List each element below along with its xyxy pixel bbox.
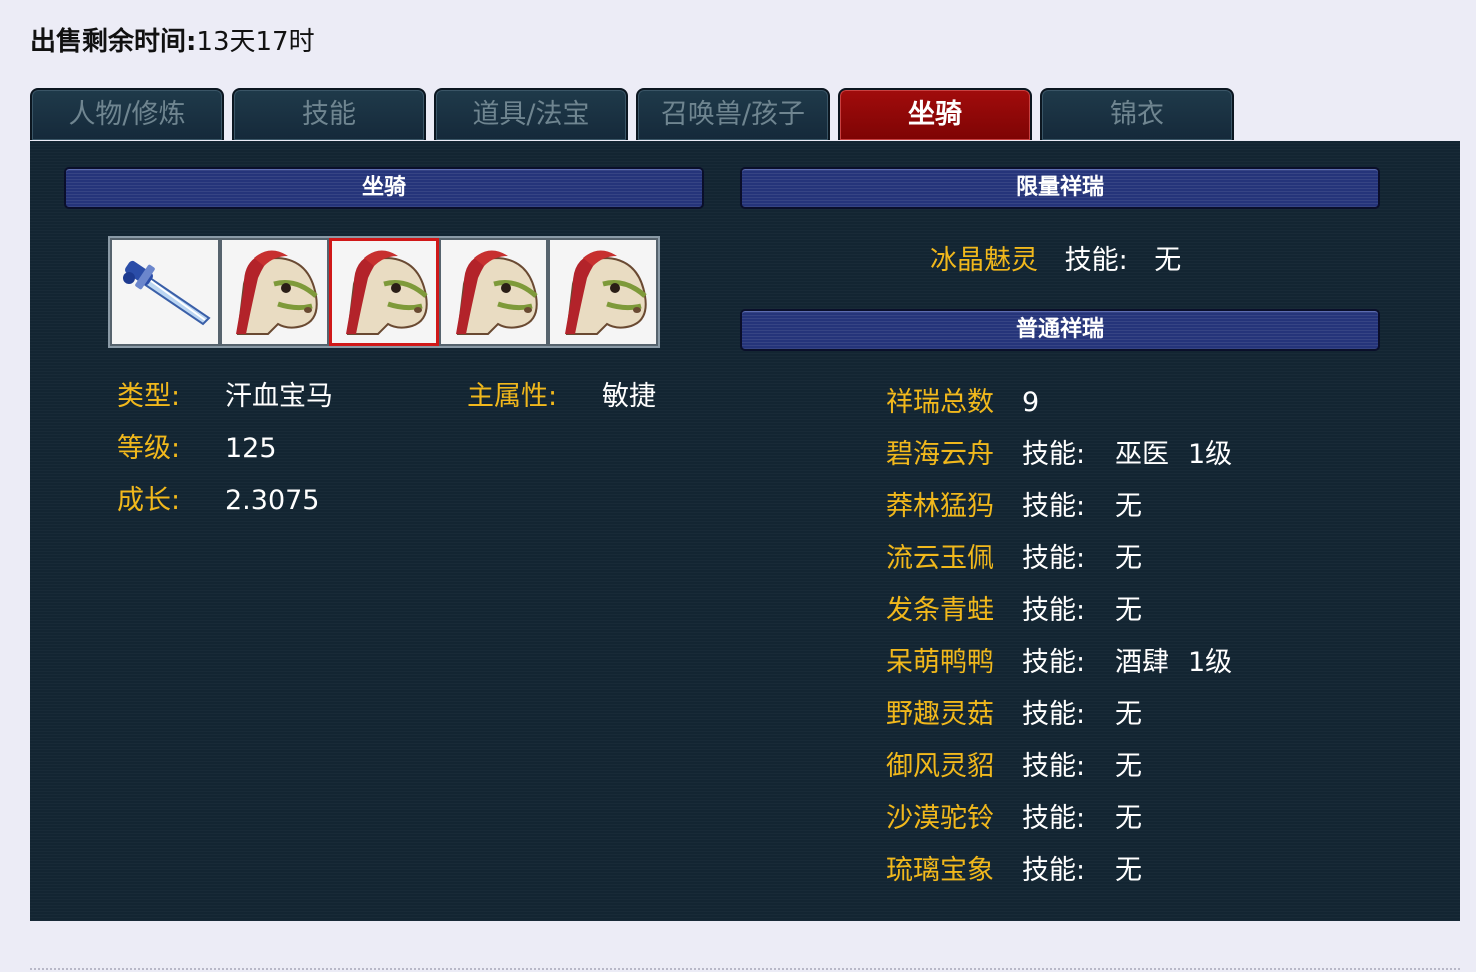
divider: [30, 968, 1460, 970]
xiangrui-total-value: 9: [1022, 387, 1040, 418]
xiangrui-total-label: 祥瑞总数: [886, 387, 994, 418]
xiangrui-skill-label: 技能:: [1022, 543, 1086, 574]
xiangrui-name: 流云玉佩: [886, 543, 994, 574]
horse-icon: [455, 250, 538, 335]
normal-xiangrui-header: 普通祥瑞: [740, 309, 1380, 351]
xiangrui-name: 御风灵貂: [886, 751, 994, 782]
mount-type-value: 汗血宝马: [225, 381, 333, 412]
xiangrui-name: 沙漠驼铃: [886, 803, 994, 834]
tab-summons[interactable]: 召唤兽/孩子: [636, 88, 830, 140]
xiangrui-skill-level: 1级: [1188, 647, 1233, 678]
main-attr-label: 主属性:: [467, 381, 558, 412]
xiangrui-skill-value: 无: [1115, 699, 1142, 730]
mount-panel: 坐骑 类型: 汗血宝马 主属性: 敏捷 等级: 125 成长: 2.3075 限…: [30, 141, 1460, 921]
limited-xiangrui-item: 冰晶魅灵 技能: 无: [930, 241, 1181, 281]
tab-skills[interactable]: 技能: [232, 88, 426, 140]
main-attr-value: 敏捷: [602, 381, 656, 412]
xiangrui-name: 野趣灵菇: [886, 699, 994, 730]
mount-growth-label: 成长:: [117, 485, 181, 516]
mount-section-header: 坐骑: [64, 167, 704, 209]
sale-remaining-time: 出售剩余时间:13天17时: [30, 24, 315, 60]
horse-icon: [236, 250, 319, 335]
horse-icon: [565, 250, 647, 335]
tab-items[interactable]: 道具/法宝: [434, 88, 628, 140]
limited-xiangrui-header: 限量祥瑞: [740, 167, 1380, 209]
xiangrui-skill-value: 无: [1154, 245, 1182, 276]
tab-mounts[interactable]: 坐骑: [838, 88, 1032, 140]
sale-time-value: 13天17时: [196, 27, 315, 57]
mount-slot[interactable]: [548, 238, 658, 346]
xiangrui-skill-level: 1级: [1188, 439, 1233, 470]
xiangrui-skill-label: 技能:: [1022, 699, 1086, 730]
xiangrui-skill-value: 巫医: [1115, 439, 1169, 470]
mount-type-row: 类型:: [117, 377, 180, 417]
mount-level-label: 等级:: [117, 433, 181, 464]
mount-slot[interactable]: [438, 238, 549, 346]
mount-growth-value: 2.3075: [225, 485, 320, 516]
mount-slot[interactable]: [110, 238, 220, 346]
xiangrui-skill-label: 技能:: [1022, 751, 1086, 782]
xiangrui-skill-label: 技能:: [1022, 803, 1086, 834]
xiangrui-name: 冰晶魅灵: [930, 245, 1038, 276]
xiangrui-skill-value: 无: [1115, 595, 1142, 626]
tab-outfits[interactable]: 锦衣: [1040, 88, 1234, 140]
mount-slots: [108, 236, 660, 348]
mount-type-label: 类型:: [117, 381, 181, 412]
xiangrui-skill-value: 无: [1115, 803, 1142, 834]
horse-icon: [345, 250, 428, 335]
xiangrui-name: 琉璃宝象: [886, 855, 994, 886]
tab-character[interactable]: 人物/修炼: [30, 88, 224, 140]
xiangrui-skill-value: 无: [1115, 491, 1142, 522]
xiangrui-skill-value: 无: [1115, 751, 1142, 782]
xiangrui-skill-value: 无: [1115, 543, 1142, 574]
xiangrui-skill-label: 技能:: [1022, 855, 1086, 886]
xiangrui-skill-label: 技能:: [1022, 647, 1086, 678]
mount-slot[interactable]: [219, 238, 330, 346]
xiangrui-name: 碧海云舟: [886, 439, 994, 470]
sword-icon: [122, 260, 211, 326]
sale-time-label: 出售剩余时间:: [30, 27, 197, 57]
xiangrui-skill-label: 技能:: [1064, 245, 1128, 276]
mount-slot-selected[interactable]: [329, 238, 439, 346]
xiangrui-name: 莽林猛犸: [886, 491, 994, 522]
xiangrui-name: 呆萌鸭鸭: [886, 647, 994, 678]
xiangrui-skill-label: 技能:: [1022, 491, 1086, 522]
xiangrui-skill-label: 技能:: [1022, 439, 1086, 470]
xiangrui-skill-value: 酒肆: [1115, 647, 1169, 678]
xiangrui-name: 发条青蛙: [886, 595, 994, 626]
xiangrui-skill-label: 技能:: [1022, 595, 1086, 626]
xiangrui-skill-value: 无: [1115, 855, 1142, 886]
mount-level-value: 125: [225, 433, 277, 464]
